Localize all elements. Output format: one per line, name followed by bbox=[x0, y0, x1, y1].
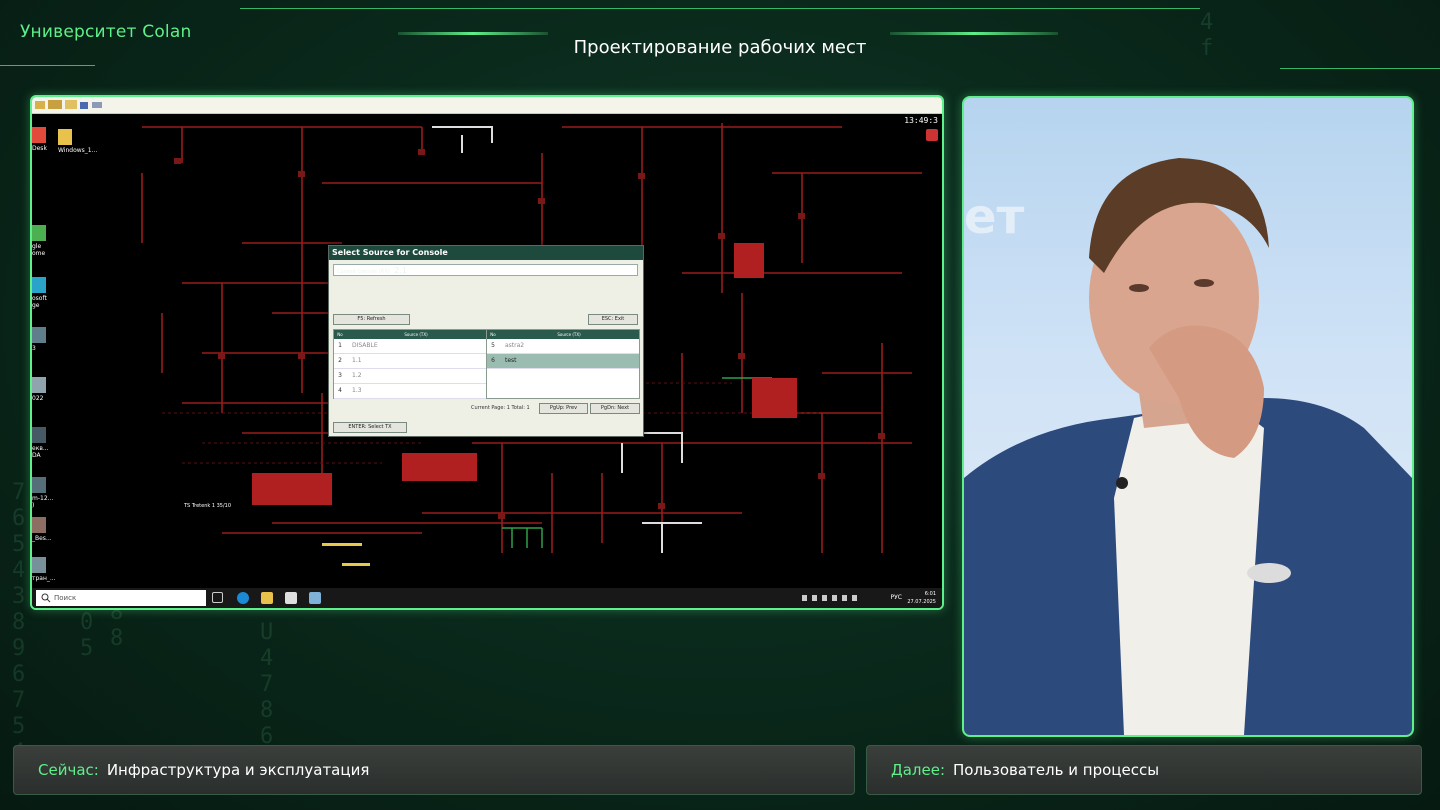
app-icon bbox=[32, 477, 46, 493]
desktop-icon-label: екв... DA bbox=[32, 445, 49, 459]
row-number: 1 bbox=[338, 342, 342, 349]
exit-button[interactable]: ESC: Exit bbox=[588, 314, 638, 325]
svg-text:ет: ет bbox=[964, 189, 1025, 245]
now-topic: Инфраструктура и эксплуатация bbox=[106, 761, 370, 779]
source-row[interactable]: 6 test bbox=[487, 354, 639, 369]
app-icon bbox=[58, 129, 72, 145]
refresh-button[interactable]: F5: Refresh bbox=[333, 314, 410, 325]
desktop-icon-label: m-12... ) bbox=[32, 495, 54, 509]
row-number: 6 bbox=[491, 357, 495, 364]
source-row[interactable]: 2 1.1 bbox=[334, 354, 486, 369]
frame-line bbox=[1280, 68, 1440, 69]
next-topic: Пользователь и процессы bbox=[953, 761, 1160, 779]
row-source-name: 1.3 bbox=[352, 387, 362, 394]
source-row[interactable]: 5 astra2 bbox=[487, 339, 639, 354]
search-icon bbox=[41, 593, 51, 603]
explorer-icon[interactable] bbox=[261, 592, 273, 604]
col-source: Source (TX) bbox=[404, 332, 428, 337]
desktop-icon[interactable]: 3 bbox=[32, 327, 88, 352]
source-row[interactable]: 3 1.2 bbox=[334, 369, 486, 384]
desktop-icon-label: тран_... bbox=[32, 575, 56, 582]
select-tx-button[interactable]: ENTER: Select TX bbox=[333, 422, 407, 433]
now-bar: Сейчас: Инфраструктура и эксплуатация bbox=[13, 745, 855, 795]
desktop-icon-label: osoft ge bbox=[32, 295, 47, 309]
tray-lang[interactable]: РУС bbox=[891, 594, 902, 601]
dialog-title: Select Source for Console bbox=[329, 246, 643, 260]
col-no: No bbox=[490, 332, 496, 337]
app-icon bbox=[32, 427, 46, 443]
window-titlebar bbox=[32, 97, 942, 114]
col-source: Source (TX) bbox=[557, 332, 581, 337]
frame-line bbox=[240, 8, 1200, 9]
next-page-button[interactable]: PgDn: Next bbox=[590, 403, 640, 414]
speaker-camera-panel: ет bbox=[962, 96, 1414, 737]
current-console-label: Current Console (RX): bbox=[337, 269, 392, 275]
desktop-icon[interactable]: m-12... ) bbox=[32, 477, 88, 509]
app-icon bbox=[32, 517, 46, 533]
app-icon bbox=[32, 327, 46, 343]
desktop-icon-label: gle ome bbox=[32, 243, 46, 257]
source-row[interactable]: 1 DISABLE bbox=[334, 339, 486, 354]
tray-clock[interactable]: 6:01 27.07.2025 bbox=[907, 590, 936, 606]
current-console-field: Current Console (RX): 2.1 bbox=[333, 264, 638, 276]
row-number: 2 bbox=[338, 357, 342, 364]
substation-label: TS Tretenk 1 35/10 bbox=[184, 503, 232, 509]
row-source-name: 1.2 bbox=[352, 372, 362, 379]
speaker-video: ет bbox=[964, 158, 1412, 735]
app-icon bbox=[32, 127, 46, 143]
desktop-icon[interactable]: gle ome bbox=[32, 225, 88, 257]
edge-icon[interactable] bbox=[237, 592, 249, 604]
tray-date: 27.07.2025 bbox=[907, 599, 936, 605]
desktop-icon[interactable]: osoft ge bbox=[32, 277, 88, 309]
row-source-name: DISABLE bbox=[352, 342, 378, 349]
col-no: No bbox=[337, 332, 343, 337]
segment-title: Проектирование рабочих мест bbox=[573, 37, 867, 58]
app-icon bbox=[32, 225, 46, 241]
app-icon bbox=[32, 377, 46, 393]
desktop-icon[interactable]: Windows_1... bbox=[58, 129, 114, 154]
prev-page-button[interactable]: PgUp: Prev bbox=[539, 403, 588, 414]
desktop-icon-label: 3 bbox=[32, 345, 36, 352]
source-table-left: No Source (TX) 1 DISABLE 2 1.1 3 1.2 4 1.3 bbox=[333, 329, 487, 399]
quick-access-icons bbox=[35, 100, 102, 109]
background-digits: 05 bbox=[80, 610, 94, 661]
search-placeholder: Поиск bbox=[54, 594, 77, 602]
screen-share-panel: 13:49:3 Desk Windows_1... gle ome osoft ge 3… bbox=[30, 95, 944, 610]
task-view-icon[interactable] bbox=[212, 592, 223, 603]
row-number: 3 bbox=[338, 372, 342, 379]
title-accent-right bbox=[890, 32, 1058, 35]
desktop-icon-label: 022 bbox=[32, 395, 44, 402]
next-bar: Далее: Пользователь и процессы bbox=[866, 745, 1422, 795]
row-number: 5 bbox=[491, 342, 495, 349]
tray-icons bbox=[802, 595, 862, 601]
source-table-right: No Source (TX) 5 astra2 6 test bbox=[486, 329, 640, 399]
frame-line bbox=[0, 65, 95, 66]
desktop-icon[interactable]: 022 bbox=[32, 377, 88, 402]
app-icon bbox=[32, 277, 46, 293]
desktop-icon[interactable]: тран_... bbox=[32, 557, 88, 582]
desktop-icon-label: _Bes... bbox=[32, 535, 52, 542]
row-source-name: test bbox=[505, 357, 517, 364]
app-taskbar-icon[interactable] bbox=[309, 592, 321, 604]
title-accent-left bbox=[398, 32, 548, 35]
row-source-name: astra2 bbox=[505, 342, 525, 349]
windows-taskbar: Поиск РУС 6:01 27.07.2025 bbox=[32, 588, 942, 608]
tray-time: 6:01 bbox=[924, 591, 936, 597]
store-icon[interactable] bbox=[285, 592, 297, 604]
source-row[interactable]: 4 1.3 bbox=[334, 384, 486, 399]
background-digits: 76543896754 bbox=[12, 480, 26, 765]
taskbar-search-input[interactable]: Поиск bbox=[36, 590, 206, 606]
desktop-icon[interactable]: екв... DA bbox=[32, 427, 88, 459]
page-info: Current Page: 1 Total: 1 bbox=[471, 405, 530, 411]
now-label: Сейчас: bbox=[38, 761, 99, 779]
next-label: Далее: bbox=[891, 761, 946, 779]
current-console-value: 2.1 bbox=[394, 266, 408, 275]
row-source-name: 1.1 bbox=[352, 357, 362, 364]
select-source-dialog: Select Source for Console Current Consol… bbox=[328, 245, 644, 437]
app-icon bbox=[32, 557, 46, 573]
row-number: 4 bbox=[338, 387, 342, 394]
desktop-icon[interactable]: _Bes... bbox=[32, 517, 88, 542]
desktop-icon-label: Windows_1... bbox=[58, 147, 98, 154]
